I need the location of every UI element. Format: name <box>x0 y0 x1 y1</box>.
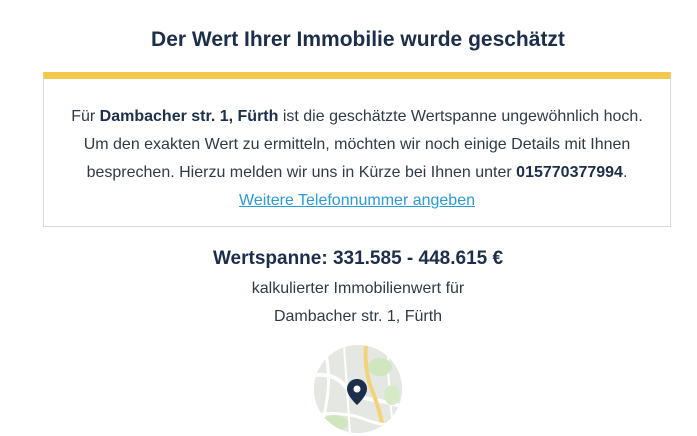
notice-line-1: Für Dambacher str. 1, Fürth ist die gesc… <box>71 108 643 125</box>
map-thumbnail <box>314 345 402 433</box>
notice-address: Dambacher str. 1, Fürth <box>99 108 279 125</box>
add-phone-link[interactable]: Weitere Telefonnummer angeben <box>239 192 475 209</box>
result-address: Dambacher str. 1, Fürth <box>273 308 443 325</box>
notice-line-2: Um den exakten Wert zu ermitteln, möchte… <box>83 136 631 153</box>
high-range-notice: Für Dambacher str. 1, Fürth ist die gesc… <box>43 72 671 227</box>
valuation-result-page: Der Wert Ihrer Immobilie wurde geschätzt… <box>0 0 697 436</box>
location-map <box>314 345 402 433</box>
notice-phone: 015770377994 <box>516 164 623 181</box>
notice-line-3: besprechen. Hierzu melden wir uns in Kür… <box>86 164 628 181</box>
value-caption: kalkulierter Immobilienwert für <box>251 280 465 297</box>
value-range: Wertspanne: 331.585 - 448.615 € <box>212 248 504 269</box>
notice-line-4: Weitere Telefonnummer angeben <box>44 187 670 215</box>
page-title: Der Wert Ihrer Immobilie wurde geschätzt <box>151 28 565 51</box>
